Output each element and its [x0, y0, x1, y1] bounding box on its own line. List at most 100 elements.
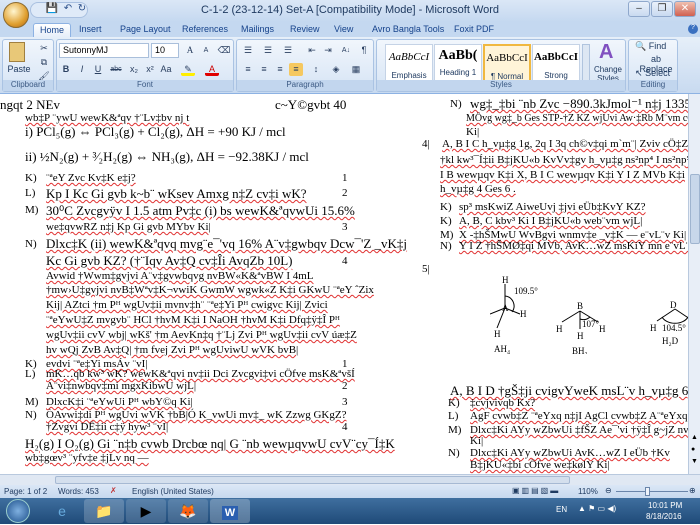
atom-h: H — [502, 275, 509, 285]
find-button[interactable]: 🔍 Find — [635, 41, 666, 52]
maximize-button[interactable]: ❐ — [651, 1, 673, 17]
scroll-thumb[interactable] — [690, 174, 700, 244]
show-formatting-button[interactable]: ¶ — [357, 44, 371, 57]
question-text: ÒAvwi‡di Pᴴ wgUvi wVK †bB|Ó K_vwUi mv‡_ … — [46, 409, 347, 421]
select-button[interactable]: ↖ Select — [635, 68, 670, 79]
horizontal-scrollbar[interactable] — [0, 474, 700, 485]
underline-button[interactable]: U — [91, 63, 105, 76]
justify-icon[interactable]: ≡ — [289, 63, 303, 76]
atom-d: D — [670, 300, 677, 310]
file-explorer-icon[interactable]: 📁 — [84, 499, 124, 523]
undo-icon[interactable]: ↶ — [61, 3, 75, 17]
clock-date[interactable]: 8/18/2016 — [646, 512, 682, 521]
font-group: SutonnyMJ 10 A A ⌫ B I U abc x₂ x² Aa ✎ … — [56, 39, 234, 92]
scroll-thumb[interactable] — [55, 476, 570, 484]
tray-icons[interactable]: ▲ ⚑ ▭ ◀) — [578, 504, 616, 513]
strikethrough-button[interactable]: abc — [109, 63, 123, 76]
angle-b: 107° — [582, 319, 600, 329]
superscript-button[interactable]: x² — [143, 63, 157, 76]
zoom-slider-thumb[interactable] — [645, 487, 650, 496]
media-player-icon[interactable]: ▶ — [126, 499, 166, 523]
editing-group: 🔍 Find ab Replace ↖ Select Editing — [628, 39, 678, 92]
numbering-icon[interactable]: ☰ — [261, 44, 275, 57]
change-case-button[interactable]: Aa — [159, 63, 173, 76]
start-button[interactable] — [6, 499, 30, 523]
borders-icon[interactable]: ▦ — [349, 63, 363, 76]
font-name-select[interactable]: SutonnyMJ — [59, 43, 149, 58]
equation-2: ii) ½N₂(g) + ³⁄₂H₂(g) ⇔ NH₃(g), ΔH = −92… — [25, 149, 309, 164]
tab-mailings[interactable]: Mailings — [235, 23, 280, 37]
styles-scroll[interactable] — [582, 44, 590, 84]
shrink-font-button[interactable]: A — [199, 44, 213, 57]
align-center-icon[interactable]: ≡ — [257, 63, 271, 76]
word-count[interactable]: Words: 453 — [58, 487, 99, 496]
question-text-cont: B‡jKU«‡bi cÖfve we‡kølY Ki| — [470, 459, 610, 471]
zoom-level[interactable]: 110% — [578, 487, 598, 496]
input-language[interactable]: EN — [556, 505, 567, 514]
tab-foxit-pdf[interactable]: Foxit PDF — [448, 23, 500, 37]
italic-button[interactable]: I — [75, 63, 89, 76]
cut-icon[interactable]: ✂ — [37, 42, 51, 55]
tab-insert[interactable]: Insert — [73, 23, 108, 37]
view-buttons[interactable]: ▣▥▤▧▬ — [512, 486, 560, 495]
zoom-slider[interactable] — [616, 491, 688, 492]
vertical-scrollbar[interactable]: ▲ ● ▼ — [688, 94, 700, 474]
style-heading-1[interactable]: AaBb(Heading 1 — [434, 44, 482, 84]
bullets-icon[interactable]: ☰ — [241, 44, 255, 57]
stem-line: †kl kw³¯Í‡ii B‡jKU«b KvVv‡gv h_vµ‡g ns²n… — [440, 154, 688, 166]
clear-formatting-icon[interactable]: ⌫ — [217, 44, 231, 57]
question-text: Dlxc‡K (ii) wewK&ªqvq mvg¨e¯'vq 16% A¨v‡… — [46, 236, 408, 251]
save-icon[interactable]: 💾 — [45, 3, 59, 17]
previous-page-icon[interactable]: ▲ — [691, 434, 698, 441]
style-strong[interactable]: AaBbCcI Strong — [532, 44, 580, 84]
language[interactable]: English (United States) — [132, 487, 214, 496]
next-page-icon[interactable]: ▼ — [691, 458, 698, 465]
microsoft-word-icon[interactable]: W — [210, 499, 250, 523]
sort-icon[interactable]: A↓ — [339, 44, 353, 57]
grow-font-button[interactable]: A — [183, 44, 197, 57]
paste-button[interactable]: Paste — [5, 64, 33, 74]
atom-h: H — [494, 329, 501, 339]
style-emphasis[interactable]: AaBbCcI Emphasis — [385, 44, 433, 84]
bold-button[interactable]: B — [59, 63, 73, 76]
question-label: N) — [25, 409, 37, 421]
tab-review[interactable]: Review — [284, 23, 326, 37]
firefox-icon[interactable]: 🦊 — [168, 499, 208, 523]
zoom-out-icon[interactable]: ⊖ — [605, 486, 612, 495]
tab-home[interactable]: Home — [33, 23, 72, 37]
multilevel-list-icon[interactable]: ☰ — [281, 44, 295, 57]
tab-page-layout[interactable]: Page Layout — [114, 23, 177, 37]
tab-view[interactable]: View — [328, 23, 359, 37]
document-area[interactable]: ngqt 2 NEv c~Y©gvbt 40 wb‡P ¨ywU wewK&ªq… — [0, 94, 688, 474]
clock-time[interactable]: 10:01 PM — [648, 501, 682, 510]
help-icon[interactable]: ? — [688, 24, 698, 34]
select-browse-object-icon[interactable]: ● — [691, 446, 695, 453]
tab-references[interactable]: References — [176, 23, 234, 37]
copy-icon[interactable]: ⧉ — [37, 56, 51, 69]
office-button[interactable] — [3, 2, 29, 28]
align-left-icon[interactable]: ≡ — [241, 63, 255, 76]
decrease-indent-icon[interactable]: ⇤ — [305, 44, 319, 57]
section-title: ngqt 2 NEv — [0, 97, 60, 112]
page-count[interactable]: Page: 1 of 2 — [4, 487, 47, 496]
editing-label: Editing — [629, 80, 677, 91]
internet-explorer-icon[interactable]: e — [42, 499, 82, 523]
shading-icon[interactable]: ◈ — [329, 63, 343, 76]
close-button[interactable]: ✕ — [674, 1, 696, 17]
font-size-select[interactable]: 10 — [151, 43, 179, 58]
highlight-icon[interactable]: ✎ — [181, 63, 195, 76]
proofing-icon[interactable]: ✗ — [110, 486, 117, 495]
tab-avro-bangla-tools[interactable]: Avro Bangla Tools — [366, 23, 450, 37]
subscript-button[interactable]: x₂ — [127, 63, 141, 76]
increase-indent-icon[interactable]: ⇥ — [321, 44, 335, 57]
style-normal[interactable]: AaBbCcI ¶ Normal — [483, 44, 531, 84]
replace-icon: ab — [650, 54, 661, 64]
line-spacing-icon[interactable]: ↕ — [309, 63, 323, 76]
question-text: mK…qb kw³ wK? wewK&ªqvi nv‡ii Dci Zvcgvi… — [46, 368, 355, 380]
align-right-icon[interactable]: ≡ — [273, 63, 287, 76]
redo-icon[interactable]: ↻ — [75, 3, 89, 17]
font-color-icon[interactable]: A — [205, 63, 219, 76]
zoom-in-icon[interactable]: ⊕ — [689, 486, 696, 495]
question-text-cont: we‡qvwRZ n‡j Kp Gi gvb MYbv Ki| — [46, 221, 211, 233]
minimize-button[interactable]: – — [628, 1, 650, 17]
